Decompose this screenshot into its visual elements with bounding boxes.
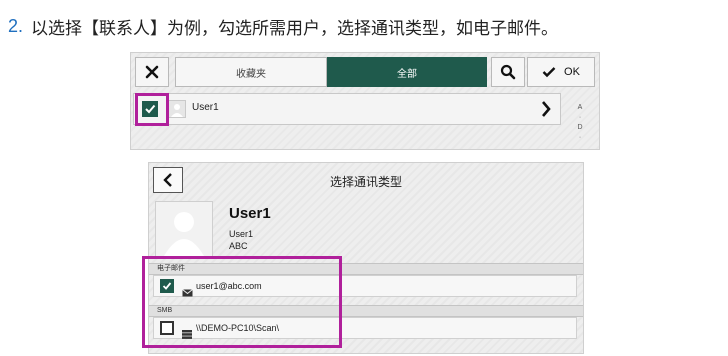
search-button[interactable] [491, 57, 525, 87]
contact-detail: User1 [229, 229, 254, 239]
index-dot: · [578, 134, 582, 141]
instruction-text: 以选择【联系人】为例，勾选所需用户，选择通讯类型，如电子邮件。 [31, 18, 559, 39]
avatar [155, 201, 213, 259]
close-icon [145, 65, 159, 79]
ok-button[interactable]: OK [527, 57, 595, 87]
contact-detail: ABC [229, 241, 248, 251]
index-letter[interactable]: D [573, 123, 587, 133]
page-title: 选择通讯类型 [329, 175, 402, 189]
contact-list-screen: 收藏夹 全部 OK User1 A · D · [130, 52, 600, 150]
avatar [168, 100, 186, 118]
highlight-box-checkbox [135, 93, 169, 126]
index-letter[interactable]: A [573, 103, 587, 113]
chevron-right-icon[interactable] [540, 100, 552, 122]
contact-name: User1 [192, 102, 219, 113]
ok-label: OK [564, 66, 580, 78]
checkmark-icon [542, 67, 556, 78]
person-icon [164, 212, 204, 256]
tab-favorites[interactable]: 收藏夹 [175, 57, 327, 87]
contact-name: User1 [229, 205, 271, 222]
search-icon [500, 64, 516, 80]
person-icon [171, 104, 183, 117]
step-number: 2. [8, 15, 24, 36]
tab-all[interactable]: 全部 [327, 57, 487, 87]
index-dot: · [578, 114, 582, 121]
close-button[interactable] [135, 57, 169, 87]
highlight-box-types [142, 256, 342, 348]
instruction-line: 2. 以选择【联系人】为例，勾选所需用户，选择通讯类型，如电子邮件。 [8, 14, 559, 39]
contact-row[interactable]: User1 [133, 93, 561, 125]
alpha-index[interactable]: A · D · [573, 103, 587, 143]
